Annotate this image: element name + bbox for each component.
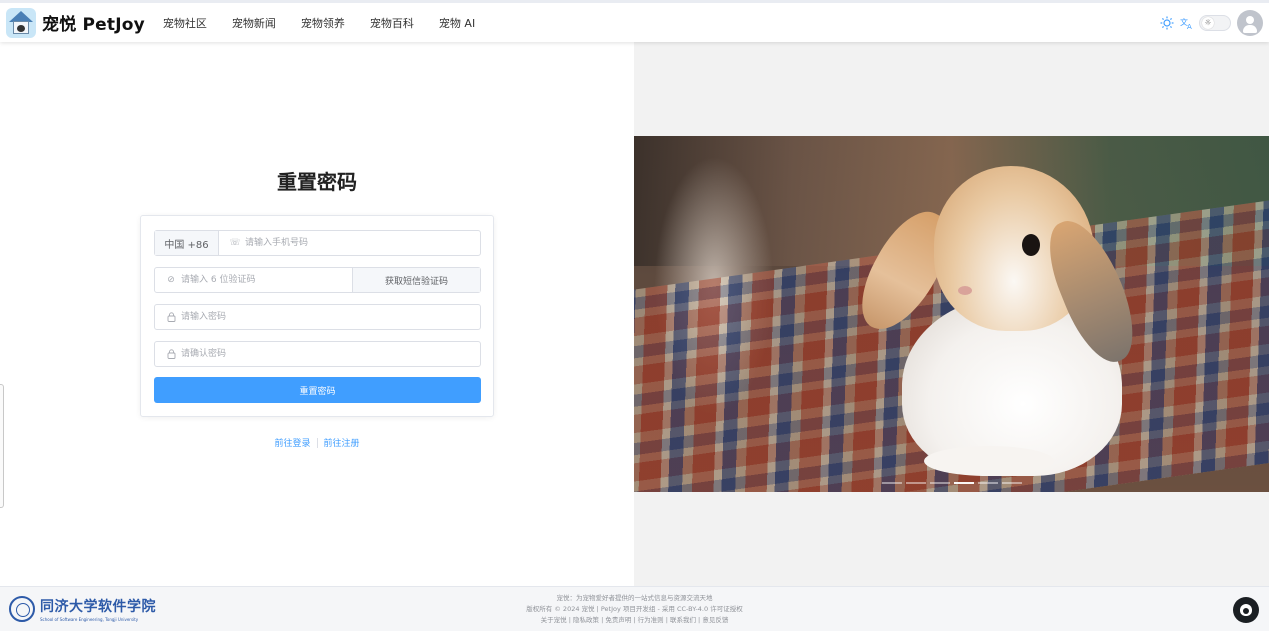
phone-field: 中国 +86 ☏	[154, 230, 481, 256]
footer-info: 宠悦：为宠物爱好者提供的一站式信息与资源交流天地 版权所有 © 2024 宠悦 …	[0, 593, 1269, 626]
carousel-image-rabbit	[634, 136, 1269, 492]
brand-name: 宠悦 PetJoy	[42, 15, 145, 35]
nav-item-community[interactable]: 宠物社区	[163, 15, 207, 31]
password-field	[154, 304, 481, 330]
nav-item-ai[interactable]: 宠物 AI	[439, 15, 475, 31]
theme-toggle[interactable]: ☼	[1199, 15, 1231, 31]
github-icon[interactable]	[1233, 597, 1259, 623]
footer-link-feedback[interactable]: 意见反馈	[702, 616, 728, 624]
page-title: 重置密码	[277, 170, 357, 194]
confirm-password-field	[154, 341, 481, 367]
reset-password-button[interactable]: 重置密码	[154, 377, 481, 403]
carousel-indicator[interactable]	[954, 482, 974, 484]
brand[interactable]: 宠悦 PetJoy	[6, 7, 145, 38]
footer-link-disclaimer[interactable]: 免责声明	[605, 616, 631, 624]
carousel-indicator[interactable]	[930, 482, 950, 484]
main-nav: 宠物社区 宠物新闻 宠物领养 宠物百科 宠物 AI	[163, 15, 500, 31]
go-register-link[interactable]: 前往注册	[324, 436, 360, 449]
reset-password-form: 中国 +86 ☏ ⊘ 获取短信验证码 重置密码	[140, 215, 494, 417]
phone-input[interactable]	[241, 231, 480, 255]
sun-icon[interactable]	[1159, 15, 1175, 31]
auth-links: 前往登录 前往注册	[0, 436, 634, 449]
get-sms-code-button[interactable]: 获取短信验证码	[352, 268, 480, 292]
verify-code-icon: ⊘	[167, 275, 175, 285]
reset-password-panel: 重置密码 中国 +86 ☏ ⊘ 获取短信验证码 重置密码 前往登录 前往	[0, 42, 634, 586]
country-code-select[interactable]: 中国 +86	[155, 231, 219, 255]
lock-icon	[165, 312, 177, 322]
translate-icon[interactable]: 文A	[1179, 15, 1195, 31]
carousel-indicator[interactable]	[882, 482, 902, 484]
nav-item-encyclopedia[interactable]: 宠物百科	[370, 15, 414, 31]
footer-link-privacy[interactable]: 隐私政策	[573, 616, 599, 624]
top-navbar: 宠悦 PetJoy 宠物社区 宠物新闻 宠物领养 宠物百科 宠物 AI 文A ☼	[0, 0, 1269, 42]
footer: 同济大学软件学院 School of Software Engineering,…	[0, 586, 1269, 631]
footer-link-contact[interactable]: 联系我们	[670, 616, 696, 624]
footer-link-conduct[interactable]: 行为准则	[638, 616, 664, 624]
link-divider	[316, 437, 318, 448]
code-field: ⊘ 获取短信验证码	[154, 267, 481, 293]
carousel-indicator[interactable]	[978, 482, 998, 484]
petjoy-logo-icon	[6, 7, 36, 38]
verify-code-input[interactable]	[177, 268, 352, 292]
footer-links: 关于宠悦 | 隐私政策 | 免责声明 | 行为准则 | 联系我们 | 意见反馈	[540, 616, 729, 624]
footer-copyright: 版权所有 © 2024 宠悦 | PetJoy 项目开发组 - 采用 CC-BY…	[526, 605, 743, 613]
carousel-indicators	[882, 482, 1026, 484]
footer-link-about[interactable]: 关于宠悦	[541, 616, 567, 624]
go-login-link[interactable]: 前往登录	[274, 436, 310, 449]
header-tools: 文A ☼	[1159, 10, 1263, 36]
nav-item-news[interactable]: 宠物新闻	[232, 15, 276, 31]
carousel-indicator[interactable]	[906, 482, 926, 484]
lock-icon	[165, 349, 177, 359]
svg-text:A: A	[1187, 23, 1192, 30]
theme-toggle-knob-icon: ☼	[1202, 17, 1214, 29]
nav-item-adoption[interactable]: 宠物领养	[301, 15, 345, 31]
footer-tagline: 宠悦：为宠物爱好者提供的一站式信息与资源交流天地	[556, 594, 713, 602]
confirm-password-input[interactable]	[177, 342, 480, 366]
image-panel	[634, 42, 1269, 586]
phone-icon: ☏	[229, 238, 241, 248]
user-avatar-icon[interactable]	[1237, 10, 1263, 36]
carousel-indicator[interactable]	[1002, 482, 1022, 484]
password-input[interactable]	[177, 305, 480, 329]
